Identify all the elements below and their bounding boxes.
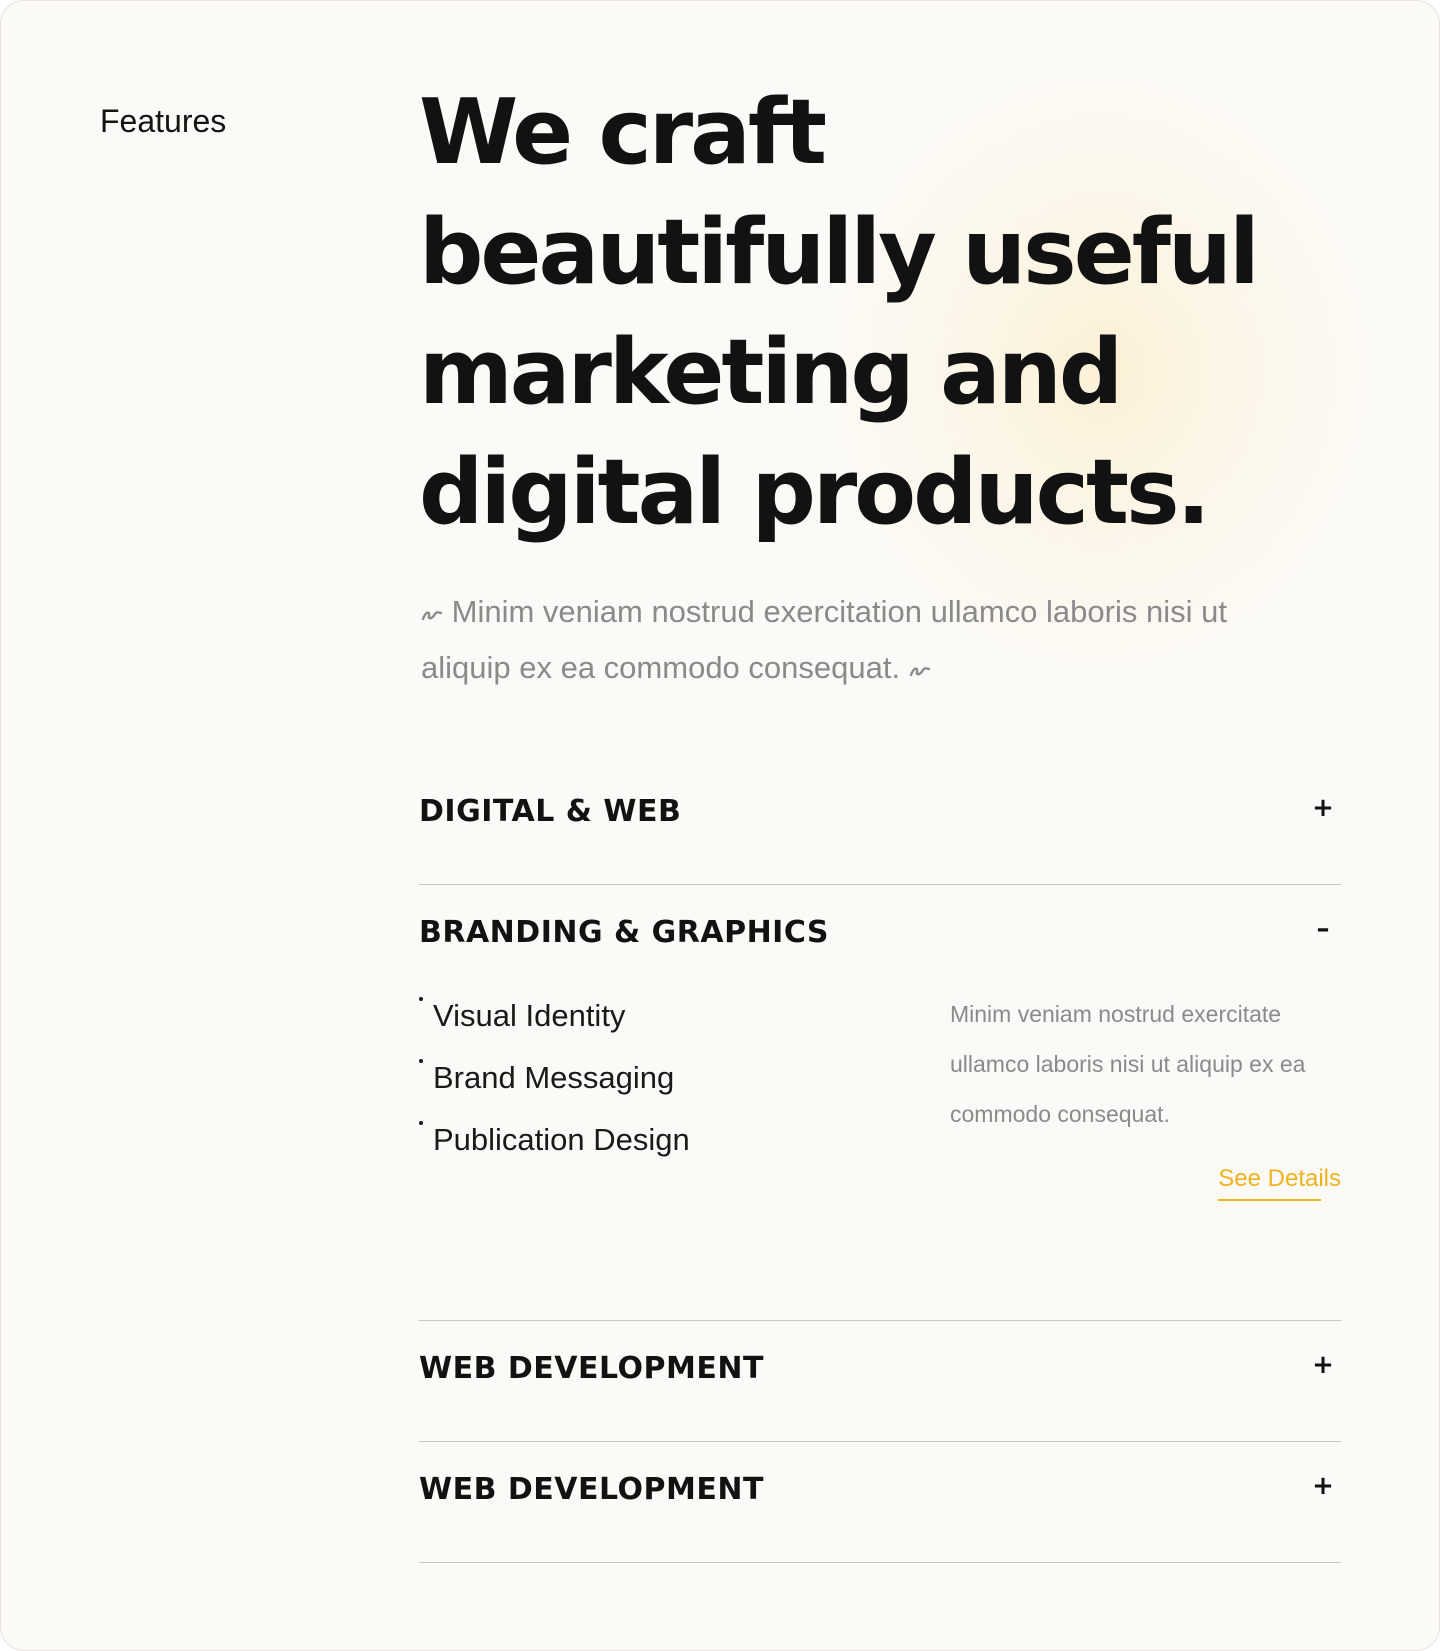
list-item: Publication Design <box>419 1109 690 1171</box>
squiggle-icon <box>909 662 931 678</box>
plus-icon[interactable]: + <box>1309 1466 1337 1506</box>
see-details-label: See Details <box>1218 1165 1341 1192</box>
features-section: Features We craft beautifully useful mar… <box>0 0 1440 1651</box>
accordion-item: WEB DEVELOPMENT + <box>419 1321 1341 1442</box>
accordion-panel: Visual Identity Brand Messaging Publicat… <box>419 997 1341 1320</box>
list-item: Brand Messaging <box>419 1047 690 1109</box>
link-underline <box>1218 1199 1321 1201</box>
headline-line: digital products. <box>419 440 1211 545</box>
accordion-description: Minim veniam nostrud exercitate ullamco … <box>950 1001 1306 1127</box>
bullet-icon <box>419 1121 423 1125</box>
accordion-title: DIGITAL & WEB <box>419 794 682 829</box>
headline-line: marketing and <box>419 320 1123 425</box>
plus-icon[interactable]: + <box>1309 1345 1337 1385</box>
accordion-title: WEB DEVELOPMENT <box>419 1472 764 1507</box>
intro-text: Minim veniam nostrud exercitation ullamc… <box>421 584 1301 696</box>
list-item-label: Publication Design <box>433 1122 690 1157</box>
headline: We craft beautifully useful marketing an… <box>419 73 1339 553</box>
list-item-label: Visual Identity <box>433 998 626 1033</box>
headline-line: We craft <box>419 80 827 185</box>
list-item-label: Brand Messaging <box>433 1060 675 1095</box>
see-details-link[interactable]: See Details <box>1218 1165 1341 1201</box>
accordion-header-digital-web[interactable]: DIGITAL & WEB + <box>419 764 1341 884</box>
intro-copy: Minim veniam nostrud exercitation ullamc… <box>421 594 1227 685</box>
squiggle-icon <box>421 606 443 622</box>
minus-icon[interactable]: – <box>1309 909 1337 949</box>
accordion-title: WEB DEVELOPMENT <box>419 1351 764 1386</box>
list-item: Visual Identity <box>419 985 690 1047</box>
accordion-item: BRANDING & GRAPHICS – Visual Identity Br… <box>419 885 1341 1321</box>
headline-line: beautifully useful <box>419 200 1260 305</box>
accordion-item: DIGITAL & WEB + <box>419 764 1341 885</box>
accordion-title: BRANDING & GRAPHICS <box>419 915 830 950</box>
plus-icon[interactable]: + <box>1309 788 1337 828</box>
accordion-item: WEB DEVELOPMENT + <box>419 1442 1341 1563</box>
bullet-icon <box>419 997 423 1001</box>
section-label: Features <box>100 103 227 139</box>
bullet-icon <box>419 1059 423 1063</box>
accordion-header-web-development[interactable]: WEB DEVELOPMENT + <box>419 1321 1341 1441</box>
services-accordion: DIGITAL & WEB + BRANDING & GRAPHICS – Vi… <box>419 764 1341 1563</box>
accordion-header-web-development[interactable]: WEB DEVELOPMENT + <box>419 1442 1341 1562</box>
service-list: Visual Identity Brand Messaging Publicat… <box>419 985 690 1171</box>
